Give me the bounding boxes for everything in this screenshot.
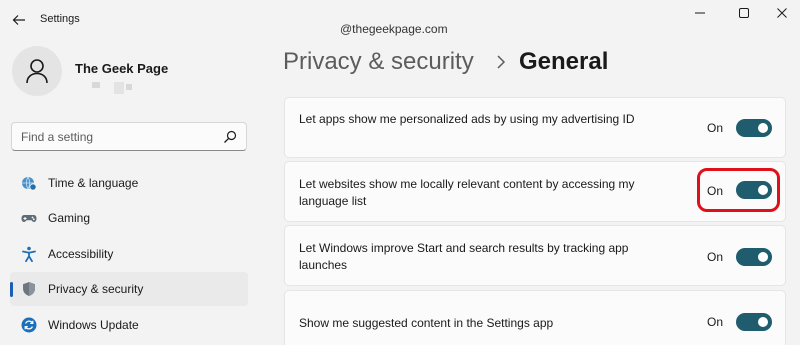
back-button[interactable]	[8, 9, 30, 31]
setting-card-local-content: Let websites show me locally relevant co…	[284, 161, 786, 222]
close-icon	[777, 8, 787, 18]
accessibility-icon	[22, 246, 36, 262]
toggle-state: On	[707, 250, 724, 264]
toggle-knob	[758, 123, 768, 133]
search-icon[interactable]	[223, 130, 237, 144]
toggle-knob	[758, 185, 768, 195]
user-icon	[26, 59, 48, 84]
title-bar: Settings @thegeekpage.com	[0, 0, 800, 40]
sidebar-item-label: Time & language	[48, 176, 139, 190]
gamepad-icon	[21, 215, 37, 222]
local-content-toggle[interactable]	[736, 181, 772, 199]
setting-card-personalized-ads: Let apps show me personalized ads by usi…	[284, 97, 786, 158]
toggle-state: On	[707, 121, 724, 135]
chevron-right-icon	[497, 55, 506, 69]
suggested-content-toggle[interactable]	[736, 313, 772, 331]
redacted-email	[92, 82, 132, 94]
setting-card-app-launch-tracking: Let Windows improve Start and search res…	[284, 225, 786, 286]
close-button[interactable]	[762, 2, 800, 24]
app-title: Settings	[40, 13, 80, 25]
sidebar-item-gaming[interactable]: Gaming	[10, 201, 248, 235]
update-icon	[21, 317, 37, 333]
setting-label: Let Windows improve Start and search res…	[299, 241, 629, 272]
setting-card-suggested-content: Show me suggested content in the Setting…	[284, 290, 786, 345]
setting-label: Show me suggested content in the Setting…	[299, 316, 554, 330]
globe-clock-icon	[22, 176, 37, 191]
sidebar-item-privacy-security[interactable]: Privacy & security	[10, 272, 248, 306]
shield-icon	[23, 282, 35, 296]
setting-label: Let websites show me locally relevant co…	[299, 177, 635, 208]
setting-label: Let apps show me personalized ads by usi…	[299, 112, 635, 126]
sidebar-item-label: Gaming	[48, 211, 91, 225]
avatar[interactable]	[12, 46, 62, 96]
app-launch-tracking-toggle[interactable]	[736, 248, 772, 266]
search-input[interactable]	[21, 127, 216, 147]
arrow-left-icon	[12, 15, 25, 25]
sidebar-item-accessibility[interactable]: Accessibility	[10, 237, 248, 271]
sidebar-item-label: Accessibility	[48, 247, 114, 261]
maximize-icon	[739, 8, 749, 18]
toggle-knob	[758, 317, 768, 327]
toggle-knob	[758, 252, 768, 262]
watermark: @thegeekpage.com	[340, 22, 448, 36]
minimize-button[interactable]	[680, 2, 720, 24]
sidebar-item-label: Windows Update	[48, 318, 139, 332]
minimize-icon	[695, 12, 705, 14]
user-name: The Geek Page	[75, 61, 169, 76]
toggle-state: On	[707, 315, 724, 329]
toggle-state: On	[707, 184, 724, 198]
maximize-button[interactable]	[724, 2, 764, 24]
page-title: General	[519, 48, 609, 75]
active-indicator	[10, 282, 13, 297]
search-box[interactable]	[11, 122, 247, 151]
sidebar-item-windows-update[interactable]: Windows Update	[10, 308, 248, 342]
breadcrumb-parent[interactable]: Privacy & security	[283, 48, 474, 76]
sidebar-item-label: Privacy & security	[48, 282, 144, 296]
personalized-ads-toggle[interactable]	[736, 119, 772, 137]
sidebar-item-time-language[interactable]: Time & language	[10, 166, 248, 200]
